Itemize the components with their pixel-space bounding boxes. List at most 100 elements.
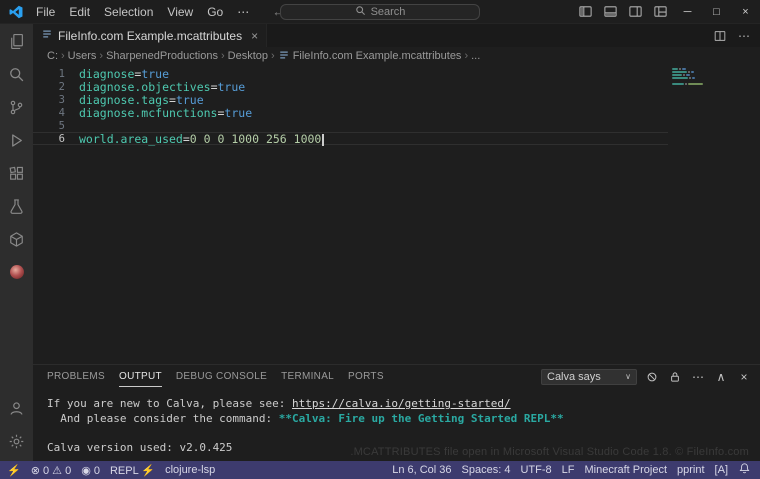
line-number: 3 — [58, 93, 65, 106]
minimap-mark — [672, 74, 683, 76]
code-editor[interactable]: 1 diagnose=true 2 diagnose.objectives=true 3… — [33, 65, 760, 364]
code-text: world.area_used=0 0 0 1000 256 1000 — [74, 132, 324, 146]
breadcrumb-label: SharpenedProductions — [106, 50, 218, 62]
pprint-toggle[interactable]: pprint — [672, 464, 710, 476]
lock-scroll-icon[interactable] — [667, 371, 683, 383]
code-line[interactable]: 4 diagnose.mcfunctions=true — [33, 105, 668, 120]
minimap[interactable] — [670, 67, 760, 364]
menu-selection[interactable]: Selection — [97, 4, 160, 20]
chevron-right-icon: › — [221, 50, 225, 62]
activitybar-search[interactable] — [0, 59, 33, 92]
notifications-button[interactable] — [733, 462, 756, 478]
code-text: diagnose.objectives=true — [74, 80, 245, 94]
customize-layout-icon[interactable] — [648, 0, 673, 23]
activity-bar-top — [0, 26, 33, 290]
toggle-panel-icon[interactable] — [598, 0, 623, 23]
menu-edit[interactable]: Edit — [62, 4, 97, 20]
panel-tab-output[interactable]: OUTPUT — [118, 365, 162, 388]
bottom-panel: PROBLEMS OUTPUT DEBUG CONSOLE TERMINAL PORTS… — [33, 364, 760, 461]
tab-active-file[interactable]: FileInfo.com Example.mcattributes × — [33, 24, 268, 47]
breadcrumb-item[interactable]: FileInfo.com Example.mcattributes — [277, 49, 463, 64]
editor-group: FileInfo.com Example.mcattributes × ⋯ C:… — [33, 24, 760, 461]
token: true — [175, 92, 204, 107]
code-line[interactable]: 2 diagnose.objectives=true — [33, 80, 668, 94]
breadcrumb-item[interactable]: C: — [46, 50, 59, 62]
activitybar-source-control[interactable] — [0, 92, 33, 125]
editor-more-actions-icon[interactable]: ⋯ — [732, 24, 756, 47]
split-editor-icon[interactable] — [708, 24, 732, 47]
calva-icon — [8, 263, 26, 284]
file-icon — [278, 49, 290, 64]
extensions-icon — [8, 165, 25, 185]
tab-close-icon[interactable]: × — [251, 29, 258, 43]
close-panel-icon[interactable]: × — [736, 370, 752, 384]
problems-indicator[interactable]: ⊗ 0 ⚠ 0 — [26, 464, 76, 477]
clojure-lsp-status[interactable]: clojure-lsp — [160, 464, 220, 476]
code-line[interactable]: 3 diagnose.tags=true — [33, 92, 668, 107]
remote-indicator[interactable]: ⚡ — [2, 464, 26, 477]
output-channel-select[interactable]: Calva says ∨ — [541, 368, 637, 385]
breadcrumb-item[interactable]: ... — [470, 50, 481, 62]
panel-tab-terminal[interactable]: TERMINAL — [281, 365, 334, 388]
activitybar-run-and-debug[interactable] — [0, 125, 33, 158]
menu-overflow[interactable]: ⋯ — [230, 4, 256, 20]
status-label: UTF-8 — [520, 464, 552, 476]
language-mode[interactable]: Minecraft Project — [579, 464, 672, 476]
maximize-panel-icon[interactable]: ∧ — [713, 370, 729, 384]
token: diagnose.tags — [79, 92, 170, 107]
titlebar: FileEditSelectionViewGo⋯ ← → Search ─ □ … — [0, 0, 760, 24]
toggle-secondary-sidebar-icon[interactable] — [623, 0, 648, 23]
breadcrumb-item[interactable]: Users — [67, 50, 98, 62]
toggle-primary-sidebar-icon[interactable] — [573, 0, 598, 23]
eol-sequence[interactable]: LF — [557, 464, 580, 476]
mode-indicator[interactable]: [A] — [710, 464, 733, 476]
minimap-mark — [672, 83, 684, 85]
activitybar-testing[interactable] — [0, 191, 33, 224]
close-button[interactable]: × — [731, 0, 760, 23]
panel-tab-debug-console[interactable]: DEBUG CONSOLE — [176, 365, 267, 388]
chevron-right-icon: › — [61, 50, 65, 62]
panel-tab-ports[interactable]: PORTS — [348, 365, 384, 388]
maximize-button[interactable]: □ — [702, 0, 731, 23]
activitybar-minecraft-tools[interactable] — [0, 224, 33, 257]
encoding[interactable]: UTF-8 — [515, 464, 556, 476]
clear-output-icon[interactable] — [644, 371, 660, 383]
ports-indicator[interactable]: ◉ 0 — [76, 464, 105, 477]
panel-more-actions-icon[interactable]: ⋯ — [690, 370, 706, 384]
breadcrumb-item[interactable]: Desktop — [227, 50, 269, 62]
activitybar-explorer[interactable] — [0, 26, 33, 59]
code-line[interactable]: 1 diagnose=true — [33, 67, 668, 81]
token: = — [169, 92, 176, 107]
token: world.area_used — [79, 131, 183, 146]
code-line[interactable]: 6 world.area_used=0 0 0 1000 256 1000 — [33, 132, 668, 146]
calva-repl-status[interactable]: REPL ⚡ — [105, 464, 160, 477]
text-cursor — [322, 133, 324, 146]
activitybar-manage[interactable] — [0, 426, 33, 459]
token: true — [224, 105, 253, 120]
breadcrumb-item[interactable]: SharpenedProductions — [105, 50, 219, 62]
menu-go[interactable]: Go — [200, 4, 230, 20]
minimap-mark — [672, 68, 679, 70]
files-icon — [8, 33, 25, 53]
panel-tab-problems[interactable]: PROBLEMS — [47, 365, 105, 388]
cursor-position[interactable]: Ln 6, Col 36 — [387, 464, 456, 476]
breadcrumb-label: Users — [67, 50, 97, 62]
vscode-window: FileEditSelectionViewGo⋯ ← → Search ─ □ … — [0, 0, 760, 479]
output-panel[interactable]: If you are new to Calva, please see: htt… — [33, 388, 760, 461]
output-text: **Calva: Fire up the Getting Started REP… — [278, 411, 564, 425]
menu-file[interactable]: File — [29, 4, 62, 20]
activitybar-accounts[interactable] — [0, 393, 33, 426]
activitybar-extensions[interactable] — [0, 158, 33, 191]
debug-icon — [8, 132, 25, 152]
command-center-search[interactable]: Search — [280, 4, 480, 20]
code-line[interactable]: 5 — [33, 119, 668, 132]
activitybar-calva[interactable] — [0, 257, 33, 290]
indentation[interactable]: Spaces: 4 — [457, 464, 516, 476]
line-number: 1 — [58, 67, 65, 80]
minimize-button[interactable]: ─ — [673, 0, 702, 23]
output-link[interactable]: https://calva.io/getting-started/ — [292, 397, 511, 410]
bell-icon — [738, 462, 751, 478]
breadcrumb: C: › Users › SharpenedProductions › Desktop › Fi… — [33, 47, 760, 65]
titlebar-actions: ─ □ × — [573, 0, 760, 23]
menu-view[interactable]: View — [160, 4, 200, 20]
